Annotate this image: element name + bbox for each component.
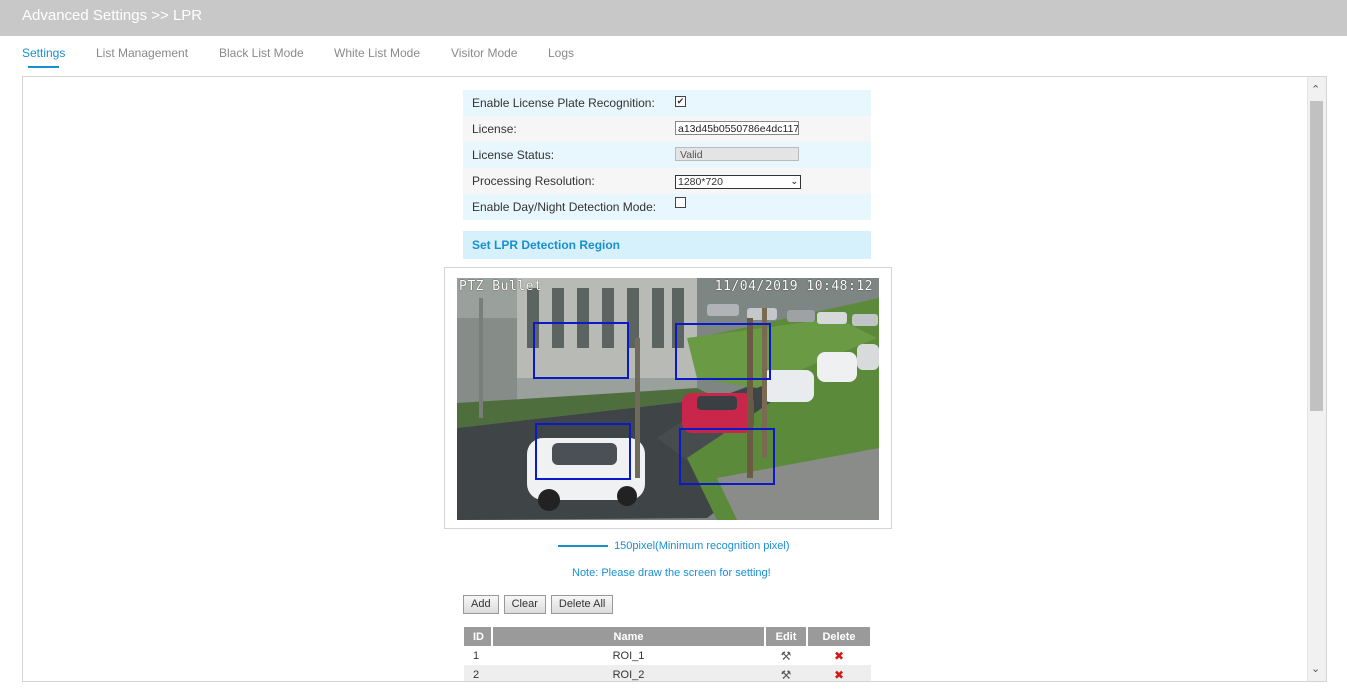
chevron-down-icon: ⌄: [790, 175, 798, 186]
enable-lpr-row: Enable License Plate Recognition: ✔: [463, 90, 871, 116]
resolution-select[interactable]: 1280*720 ⌄: [675, 174, 801, 189]
roi-box[interactable]: [675, 323, 771, 380]
resolution-label: Processing Resolution:: [472, 174, 595, 188]
resolution-row: Processing Resolution: 1280*720 ⌄: [463, 168, 871, 194]
vertical-scrollbar[interactable]: ⌃ ⌄: [1307, 77, 1326, 681]
col-edit-header: Edit: [765, 627, 808, 646]
day-night-row: Enable Day/Night Detection Mode:: [463, 194, 871, 220]
table-row: 1 ROI_1 ⚒ ✖: [464, 646, 871, 665]
col-name-header: Name: [492, 627, 766, 646]
osd-camera-name: PTZ Bullet: [459, 279, 543, 294]
day-night-checkbox[interactable]: [675, 197, 686, 208]
roi-button-group: Add Clear Delete All: [463, 594, 618, 614]
tools-icon[interactable]: ⚒: [781, 649, 792, 663]
license-input[interactable]: a13d45b0550786e4dc1172: [675, 120, 799, 135]
scrollbar-thumb[interactable]: [1310, 101, 1323, 411]
min-pixel-line-indicator: [558, 545, 608, 548]
camera-scene-image: [457, 278, 879, 520]
cross-icon[interactable]: ✖: [834, 668, 844, 682]
roi-name-cell: ROI_2: [492, 665, 765, 681]
license-status-field: Valid: [675, 146, 799, 161]
table-header-row: ID Name Edit Delete: [464, 627, 872, 646]
roi-box[interactable]: [535, 423, 631, 480]
tab-settings[interactable]: Settings: [22, 46, 65, 68]
enable-lpr-checkbox[interactable]: ✔: [675, 96, 686, 107]
settings-panel: Enable License Plate Recognition: ✔ Lice…: [22, 76, 1327, 682]
tab-logs[interactable]: Logs: [548, 46, 574, 66]
license-row: License: a13d45b0550786e4dc1172: [463, 116, 871, 142]
roi-name-cell: ROI_1: [492, 646, 765, 665]
tab-bar: Settings List Management Black List Mode…: [0, 36, 1347, 76]
scroll-up-icon[interactable]: ⌃: [1311, 83, 1320, 96]
license-label: License:: [472, 122, 517, 136]
enable-lpr-label: Enable License Plate Recognition:: [472, 96, 655, 110]
tools-icon[interactable]: ⚒: [781, 668, 792, 682]
osd-timestamp: 11/04/2019 10:48:12: [714, 279, 873, 294]
clear-button[interactable]: Clear: [503, 595, 546, 614]
roi-id-cell: 2: [464, 665, 492, 681]
license-status-row: License Status: Valid: [463, 142, 871, 168]
day-night-label: Enable Day/Night Detection Mode:: [472, 200, 657, 214]
delete-all-button[interactable]: Delete All: [550, 595, 614, 614]
table-row: 2 ROI_2 ⚒ ✖: [464, 665, 871, 682]
tab-black-list-mode[interactable]: Black List Mode: [219, 46, 304, 66]
min-pixel-legend: 150pixel(Minimum recognition pixel): [558, 540, 790, 556]
live-video-canvas[interactable]: PTZ Bullet 11/04/2019 10:48:12: [457, 278, 879, 520]
lpr-settings-form: Enable License Plate Recognition: ✔ Lice…: [463, 90, 871, 220]
section-title: Set LPR Detection Region: [463, 231, 871, 259]
min-pixel-legend-text: 150pixel(Minimum recognition pixel): [614, 540, 790, 552]
roi-box[interactable]: [533, 322, 629, 379]
roi-table: ID Name Edit Delete 1 ROI_1 ⚒ ✖ 2 ROI_2 …: [464, 627, 872, 682]
col-delete-header: Delete: [807, 627, 872, 646]
header-bar: Advanced Settings >> LPR: [0, 0, 1347, 36]
tab-list-management[interactable]: List Management: [96, 46, 188, 66]
add-button[interactable]: Add: [463, 595, 499, 614]
resolution-value: 1280*720: [678, 175, 723, 188]
tab-visitor-mode[interactable]: Visitor Mode: [451, 46, 517, 66]
roi-box[interactable]: [679, 428, 775, 485]
page-title: Advanced Settings >> LPR: [22, 7, 203, 24]
draw-note: Note: Please draw the screen for setting…: [572, 567, 771, 579]
roi-id-cell: 1: [464, 646, 492, 665]
col-id-header: ID: [464, 627, 493, 646]
cross-icon[interactable]: ✖: [834, 649, 844, 663]
license-status-label: License Status:: [472, 148, 555, 162]
scroll-down-icon[interactable]: ⌄: [1311, 662, 1320, 675]
video-frame: PTZ Bullet 11/04/2019 10:48:12: [444, 267, 892, 529]
tab-white-list-mode[interactable]: White List Mode: [334, 46, 420, 66]
